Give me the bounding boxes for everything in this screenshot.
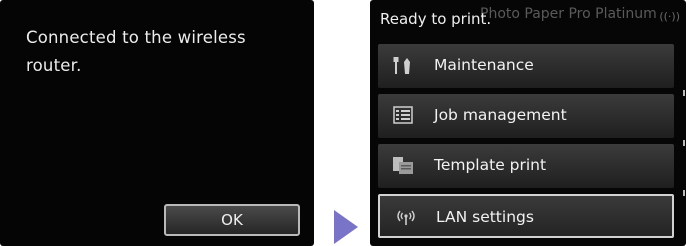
menu-item-lan-settings[interactable]: LAN settings (378, 194, 674, 238)
menu-item-label: Job management (434, 106, 567, 124)
next-arrow-icon (334, 210, 358, 244)
menu-item-label: Maintenance (434, 56, 534, 74)
left-screen: Connected to the wireless router. OK (0, 0, 314, 246)
right-screen: Photo Paper Pro Platinum Ready to print.… (370, 0, 686, 246)
header: Photo Paper Pro Platinum Ready to print.… (370, 0, 686, 40)
maintenance-icon (392, 54, 414, 76)
template-print-icon (392, 154, 414, 176)
media-label: Photo Paper Pro Platinum (480, 6, 657, 22)
connection-message: Connected to the wireless router. (26, 28, 246, 75)
status-text: Ready to print. (380, 10, 492, 28)
menu-item-label: Template print (434, 156, 547, 174)
menu-item-job-management[interactable]: Job management (378, 94, 674, 138)
wifi-status-icon: ((·)) (659, 10, 680, 23)
ok-button[interactable]: OK (164, 204, 300, 236)
menu-item-maintenance[interactable]: Maintenance (378, 44, 674, 88)
wireless-signal-icon (394, 206, 416, 228)
scroll-indicator (682, 0, 686, 246)
menu-item-label: LAN settings (436, 208, 534, 226)
job-list-icon (392, 104, 414, 126)
menu-item-template-print[interactable]: Template print (378, 144, 674, 188)
